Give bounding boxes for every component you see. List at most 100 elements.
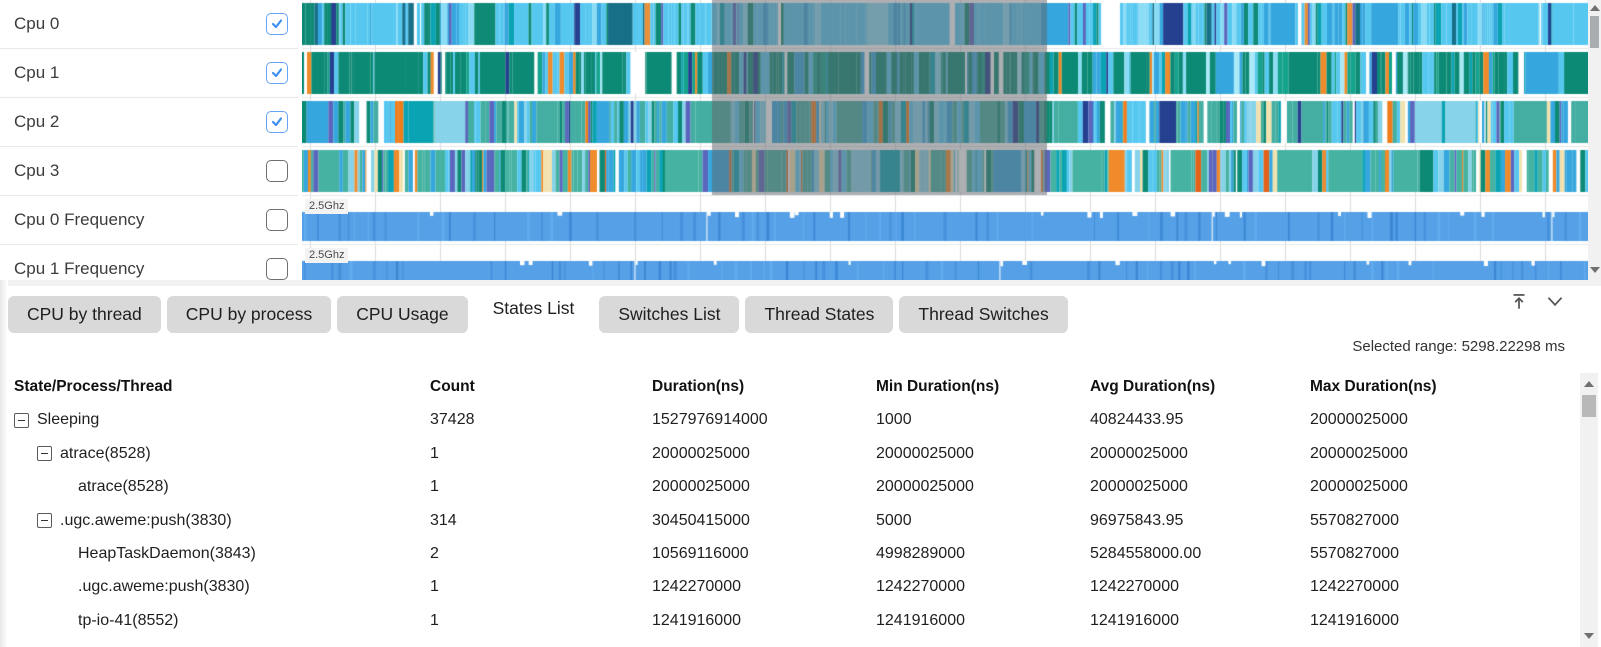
column-header-count: Count bbox=[430, 370, 475, 403]
track-checkbox[interactable] bbox=[266, 62, 288, 84]
cell-avg-duration: 40824433.95 bbox=[1090, 403, 1183, 436]
cell-avg-duration: 20000025000 bbox=[1090, 470, 1188, 503]
cell-count: 1 bbox=[430, 437, 439, 470]
tab-thread-states[interactable]: Thread States bbox=[745, 296, 893, 333]
cell-max-duration: 20000025000 bbox=[1310, 470, 1408, 503]
cell-duration: 20000025000 bbox=[652, 437, 750, 470]
table-row[interactable]: tp-io-41(8552) 1 1241916000 1241916000 1… bbox=[0, 604, 1570, 637]
track-row-cpu-0[interactable]: Cpu 0 bbox=[0, 0, 298, 49]
cell-max-duration: 5570827000 bbox=[1310, 504, 1399, 537]
row-name: HeapTaskDaemon(3843) bbox=[78, 537, 256, 570]
track-checkbox[interactable] bbox=[266, 160, 288, 182]
cell-avg-duration: 1242270000 bbox=[1090, 570, 1179, 603]
scroll-to-top-icon[interactable] bbox=[1508, 290, 1530, 312]
collapse-icon[interactable] bbox=[14, 413, 29, 428]
freq-scale-label: 2.5Ghz bbox=[305, 199, 348, 214]
chevron-down-icon[interactable] bbox=[1543, 290, 1567, 312]
track-label: Cpu 0 Frequency bbox=[14, 210, 144, 230]
cell-min-duration: 1241916000 bbox=[876, 604, 965, 637]
cell-duration: 1241916000 bbox=[652, 604, 741, 637]
timeline-canvas[interactable] bbox=[302, 0, 1588, 280]
tab-thread-switches[interactable]: Thread Switches bbox=[899, 296, 1067, 333]
cell-min-duration: 5000 bbox=[876, 504, 912, 537]
track-checkbox[interactable] bbox=[266, 111, 288, 133]
checkmark-icon bbox=[270, 115, 284, 129]
scroll-up-icon[interactable] bbox=[1590, 5, 1600, 11]
collapse-icon[interactable] bbox=[37, 446, 52, 461]
table-row[interactable]: atrace(8528) 1 20000025000 20000025000 2… bbox=[0, 437, 1570, 470]
tab-switches-list[interactable]: Switches List bbox=[599, 296, 739, 333]
collapse-icon[interactable] bbox=[37, 513, 52, 528]
timeline-scrollbar[interactable] bbox=[1588, 0, 1601, 280]
cell-avg-duration: 5284558000.00 bbox=[1090, 537, 1201, 570]
checkmark-icon bbox=[270, 66, 284, 80]
column-header-min-duration: Min Duration(ns) bbox=[876, 370, 999, 403]
track-checkbox[interactable] bbox=[266, 209, 288, 231]
tab-cpu-by-process[interactable]: CPU by process bbox=[167, 296, 331, 333]
cell-min-duration: 20000025000 bbox=[876, 437, 974, 470]
column-header-state: State/Process/Thread bbox=[0, 370, 173, 403]
cell-min-duration: 4998289000 bbox=[876, 537, 965, 570]
track-row-cpu-2[interactable]: Cpu 2 bbox=[0, 98, 298, 147]
column-header-max-duration: Max Duration(ns) bbox=[1310, 370, 1437, 403]
table-row[interactable]: .ugc.aweme:push(3830) 314 30450415000 50… bbox=[0, 504, 1570, 537]
table-scrollbar[interactable] bbox=[1580, 373, 1598, 647]
tab-cpu-by-thread[interactable]: CPU by thread bbox=[8, 296, 161, 333]
row-name: .ugc.aweme:push(3830) bbox=[78, 570, 250, 603]
cell-duration: 20000025000 bbox=[652, 470, 750, 503]
cell-count: 1 bbox=[430, 570, 439, 603]
track-list: Cpu 0 Cpu 1 Cpu 2 Cpu 3 Cpu 0 Frequency bbox=[0, 0, 298, 280]
cell-count: 2 bbox=[430, 537, 439, 570]
cell-duration: 1242270000 bbox=[652, 570, 741, 603]
track-label: Cpu 0 bbox=[14, 14, 59, 34]
cell-min-duration: 1242270000 bbox=[876, 570, 965, 603]
track-label: Cpu 1 bbox=[14, 63, 59, 83]
freq-scale-label: 2.5Ghz bbox=[305, 248, 348, 263]
cell-min-duration: 1000 bbox=[876, 403, 912, 436]
table-row[interactable]: Sleeping 37428 1527976914000 1000 408244… bbox=[0, 403, 1570, 436]
details-panel: CPU by threadCPU by processCPU UsageStat… bbox=[0, 280, 1601, 647]
cell-max-duration: 20000025000 bbox=[1310, 403, 1408, 436]
cell-duration: 10569116000 bbox=[652, 537, 749, 570]
cell-min-duration: 20000025000 bbox=[876, 470, 974, 503]
cell-avg-duration: 1241916000 bbox=[1090, 604, 1179, 637]
track-label: Cpu 2 bbox=[14, 112, 59, 132]
column-header-duration: Duration(ns) bbox=[652, 370, 744, 403]
row-name: Sleeping bbox=[37, 403, 99, 436]
table-row[interactable]: atrace(8528) 1 20000025000 20000025000 2… bbox=[0, 470, 1570, 503]
track-checkbox[interactable] bbox=[266, 258, 288, 280]
scrollbar-thumb[interactable] bbox=[1582, 395, 1596, 417]
checkmark-icon bbox=[270, 17, 284, 31]
tab-bar: CPU by threadCPU by processCPU UsageStat… bbox=[8, 288, 1068, 333]
cell-duration: 1527976914000 bbox=[652, 403, 768, 436]
cell-avg-duration: 20000025000 bbox=[1090, 437, 1188, 470]
states-table: State/Process/Thread Count Duration(ns) … bbox=[0, 370, 1570, 637]
cell-max-duration: 1242270000 bbox=[1310, 570, 1399, 603]
cell-max-duration: 1241916000 bbox=[1310, 604, 1399, 637]
tab-cpu-usage[interactable]: CPU Usage bbox=[337, 296, 467, 333]
cell-avg-duration: 96975843.95 bbox=[1090, 504, 1183, 537]
cell-max-duration: 5570827000 bbox=[1310, 537, 1399, 570]
tab-states-list[interactable]: States List bbox=[474, 288, 594, 333]
cell-max-duration: 20000025000 bbox=[1310, 437, 1408, 470]
table-header-row: State/Process/Thread Count Duration(ns) … bbox=[0, 370, 1570, 403]
panel-divider bbox=[0, 280, 1601, 286]
scroll-down-icon[interactable] bbox=[1584, 633, 1594, 639]
track-label: Cpu 1 Frequency bbox=[14, 259, 144, 279]
row-name: .ugc.aweme:push(3830) bbox=[60, 504, 232, 537]
track-checkbox[interactable] bbox=[266, 13, 288, 35]
selected-range-label: Selected range: 5298.22298 ms bbox=[1352, 338, 1565, 355]
cell-duration: 30450415000 bbox=[652, 504, 750, 537]
cell-count: 37428 bbox=[430, 403, 475, 436]
track-row-cpu-3[interactable]: Cpu 3 bbox=[0, 147, 298, 196]
cell-count: 314 bbox=[430, 504, 457, 537]
cell-count: 1 bbox=[430, 604, 439, 637]
table-row[interactable]: .ugc.aweme:push(3830) 1 1242270000 12422… bbox=[0, 570, 1570, 603]
table-row[interactable]: HeapTaskDaemon(3843) 2 10569116000 49982… bbox=[0, 537, 1570, 570]
track-row-cpu-0-frequency[interactable]: Cpu 0 Frequency bbox=[0, 196, 298, 245]
track-row-cpu-1[interactable]: Cpu 1 bbox=[0, 49, 298, 98]
scroll-up-icon[interactable] bbox=[1584, 381, 1594, 387]
scroll-down-icon[interactable] bbox=[1590, 267, 1600, 273]
track-row-cpu-1-frequency[interactable]: Cpu 1 Frequency bbox=[0, 245, 298, 280]
scrollbar-thumb[interactable] bbox=[1590, 16, 1599, 48]
